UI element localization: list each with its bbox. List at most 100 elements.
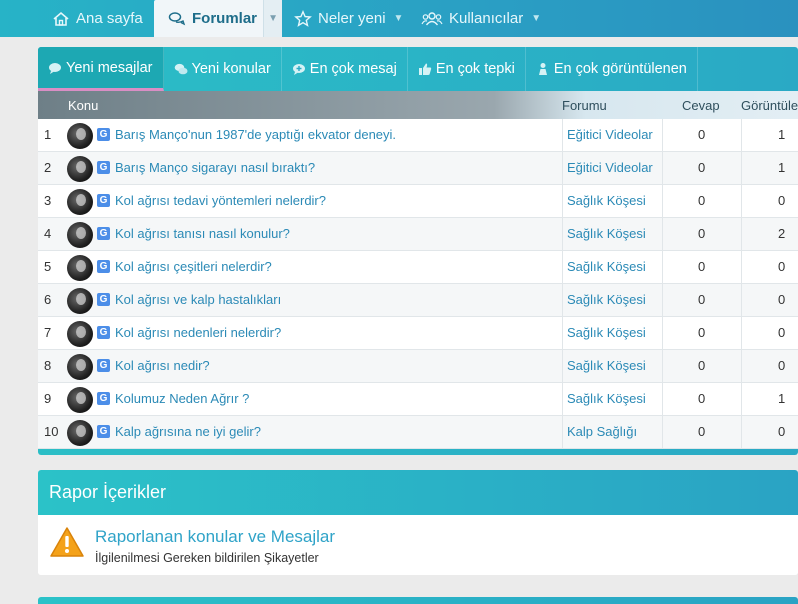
column-divider bbox=[562, 119, 563, 151]
thread-title-link[interactable]: Kalp ağrısına ne iyi gelir? bbox=[115, 424, 261, 439]
thread-title-link[interactable]: Kol ağrısı ve kalp hastalıkları bbox=[115, 292, 281, 307]
column-divider bbox=[562, 218, 563, 250]
top-navigation: Ana sayfa Forumlar ▼ Neler yeni ▼ Kullan… bbox=[0, 0, 798, 37]
nav-whats-new-label: Neler yeni bbox=[318, 10, 386, 27]
forum-link[interactable]: Sağlık Köşesi bbox=[567, 391, 646, 406]
column-divider bbox=[662, 218, 663, 250]
report-heading: Rapor İçerikler bbox=[38, 470, 798, 515]
thread-title-link[interactable]: Kolumuz Neden Ağrır ? bbox=[115, 391, 249, 406]
comment-plus-icon bbox=[292, 62, 306, 76]
forum-link[interactable]: Sağlık Köşesi bbox=[567, 259, 646, 274]
nav-forums[interactable]: Forumlar ▼ bbox=[154, 0, 283, 37]
nav-forums-label: Forumlar bbox=[192, 10, 258, 27]
star-icon bbox=[294, 9, 312, 28]
reported-content-link[interactable]: Raporlanan konular ve Mesajlar bbox=[95, 527, 335, 547]
avatar[interactable] bbox=[67, 222, 93, 248]
tab-most-viewed[interactable]: En çok görüntülenen bbox=[526, 47, 698, 91]
reply-count: 0 bbox=[698, 226, 706, 241]
avatar[interactable] bbox=[67, 255, 93, 281]
table-row: 3 G Kol ağrısı tedavi yöntemleri nelerdir?… bbox=[38, 185, 798, 218]
table-row: 9 G Kolumuz Neden Ağrır ? Sağlık Köşesi 0 1 bbox=[38, 383, 798, 416]
thread-title-link[interactable]: Kol ağrısı nedir? bbox=[115, 358, 210, 373]
nav-home[interactable]: Ana sayfa bbox=[52, 0, 143, 37]
forum-link[interactable]: Sağlık Köşesi bbox=[567, 292, 646, 307]
avatar[interactable] bbox=[67, 354, 93, 380]
view-count: 0 bbox=[778, 358, 786, 373]
tab-new-threads[interactable]: Yeni konular bbox=[164, 47, 282, 91]
column-divider bbox=[662, 383, 663, 415]
view-count: 0 bbox=[778, 325, 786, 340]
thread-title-link[interactable]: Kol ağrısı çeşitleri nelerdir? bbox=[115, 259, 272, 274]
prefix-g-icon: G bbox=[97, 293, 110, 306]
avatar[interactable] bbox=[67, 189, 93, 215]
forum-link[interactable]: Sağlık Köşesi bbox=[567, 325, 646, 340]
row-number: 7 bbox=[44, 325, 52, 340]
prefix-g-icon: G bbox=[97, 161, 110, 174]
user-icon bbox=[536, 62, 550, 76]
column-divider bbox=[741, 317, 742, 349]
row-number: 10 bbox=[44, 424, 59, 439]
topics-table: 1 G Barış Manço'nun 1987'de yaptığı ekvato… bbox=[38, 119, 798, 449]
forum-link[interactable]: Sağlık Köşesi bbox=[567, 193, 646, 208]
speech-bubble-icon bbox=[48, 61, 62, 75]
view-count: 0 bbox=[778, 424, 786, 439]
nav-members-label: Kullanıcılar bbox=[449, 10, 524, 27]
home-icon bbox=[52, 10, 70, 28]
prefix-g-icon: G bbox=[97, 425, 110, 438]
thread-title-link[interactable]: Barış Manço'nun 1987'de yaptığı ekvator … bbox=[115, 127, 396, 142]
block-footer-bar bbox=[38, 449, 798, 455]
table-row: 2 G Barış Manço sigarayı nasıl bıraktı? Eği… bbox=[38, 152, 798, 185]
avatar[interactable] bbox=[67, 420, 93, 446]
column-divider bbox=[662, 251, 663, 283]
column-divider bbox=[562, 383, 563, 415]
avatar[interactable] bbox=[67, 156, 93, 182]
avatar[interactable] bbox=[67, 288, 93, 314]
column-divider bbox=[741, 251, 742, 283]
row-number: 2 bbox=[44, 160, 52, 175]
tab-most-posts[interactable]: En çok mesaj bbox=[282, 47, 408, 91]
tab-most-reactions[interactable]: En çok tepki bbox=[408, 47, 526, 91]
reported-content-description: İlgilenilmesi Gereken bildirilen Şikayet… bbox=[95, 551, 319, 565]
column-divider bbox=[741, 152, 742, 184]
avatar[interactable] bbox=[67, 321, 93, 347]
tab-label: Yeni konular bbox=[191, 61, 271, 77]
forum-link[interactable]: Eğitici Videolar bbox=[567, 127, 653, 142]
table-row: 8 G Kol ağrısı nedir? Sağlık Köşesi 0 0 bbox=[38, 350, 798, 383]
tab-new-posts[interactable]: Yeni mesajlar bbox=[38, 47, 164, 91]
forum-link[interactable]: Eğitici Videolar bbox=[567, 160, 653, 175]
table-row: 10 G Kalp ağrısına ne iyi gelir? Kalp Sağlı… bbox=[38, 416, 798, 449]
forum-link[interactable]: Kalp Sağlığı bbox=[567, 424, 637, 439]
avatar[interactable] bbox=[67, 123, 93, 149]
forum-link[interactable]: Sağlık Köşesi bbox=[567, 358, 646, 373]
report-heading-text: Rapor İçerikler bbox=[49, 482, 167, 502]
row-number: 3 bbox=[44, 193, 52, 208]
column-forum: Forumu bbox=[562, 98, 607, 113]
thread-title-link[interactable]: Kol ağrısı tanısı nasıl konulur? bbox=[115, 226, 290, 241]
view-count: 0 bbox=[778, 259, 786, 274]
column-divider bbox=[741, 218, 742, 250]
nav-whats-new[interactable]: Neler yeni ▼ bbox=[294, 0, 403, 37]
row-number: 8 bbox=[44, 358, 52, 373]
chevron-down-icon[interactable]: ▼ bbox=[263, 0, 283, 37]
table-header: Konu Forumu Cevap Görüntüle bbox=[38, 91, 798, 119]
forum-link[interactable]: Sağlık Köşesi bbox=[567, 226, 646, 241]
thread-title-link[interactable]: Kol ağrısı nedenleri nelerdir? bbox=[115, 325, 281, 340]
column-divider bbox=[741, 284, 742, 316]
view-count: 0 bbox=[778, 292, 786, 307]
prefix-g-icon: G bbox=[97, 260, 110, 273]
view-count: 0 bbox=[778, 193, 786, 208]
thread-title-link[interactable]: Kol ağrısı tedavi yöntemleri nelerdir? bbox=[115, 193, 326, 208]
reply-count: 0 bbox=[698, 358, 706, 373]
row-number: 1 bbox=[44, 127, 52, 142]
column-divider bbox=[662, 317, 663, 349]
reply-count: 0 bbox=[698, 424, 706, 439]
reply-count: 0 bbox=[698, 259, 706, 274]
column-divider bbox=[662, 284, 663, 316]
chevron-down-icon: ▼ bbox=[393, 13, 404, 24]
avatar[interactable] bbox=[67, 387, 93, 413]
prefix-g-icon: G bbox=[97, 392, 110, 405]
nav-members[interactable]: Kullanıcılar ▼ bbox=[421, 0, 541, 37]
thread-title-link[interactable]: Barış Manço sigarayı nasıl bıraktı? bbox=[115, 160, 315, 175]
row-number: 5 bbox=[44, 259, 52, 274]
table-row: 7 G Kol ağrısı nedenleri nelerdir? Sağlık K… bbox=[38, 317, 798, 350]
